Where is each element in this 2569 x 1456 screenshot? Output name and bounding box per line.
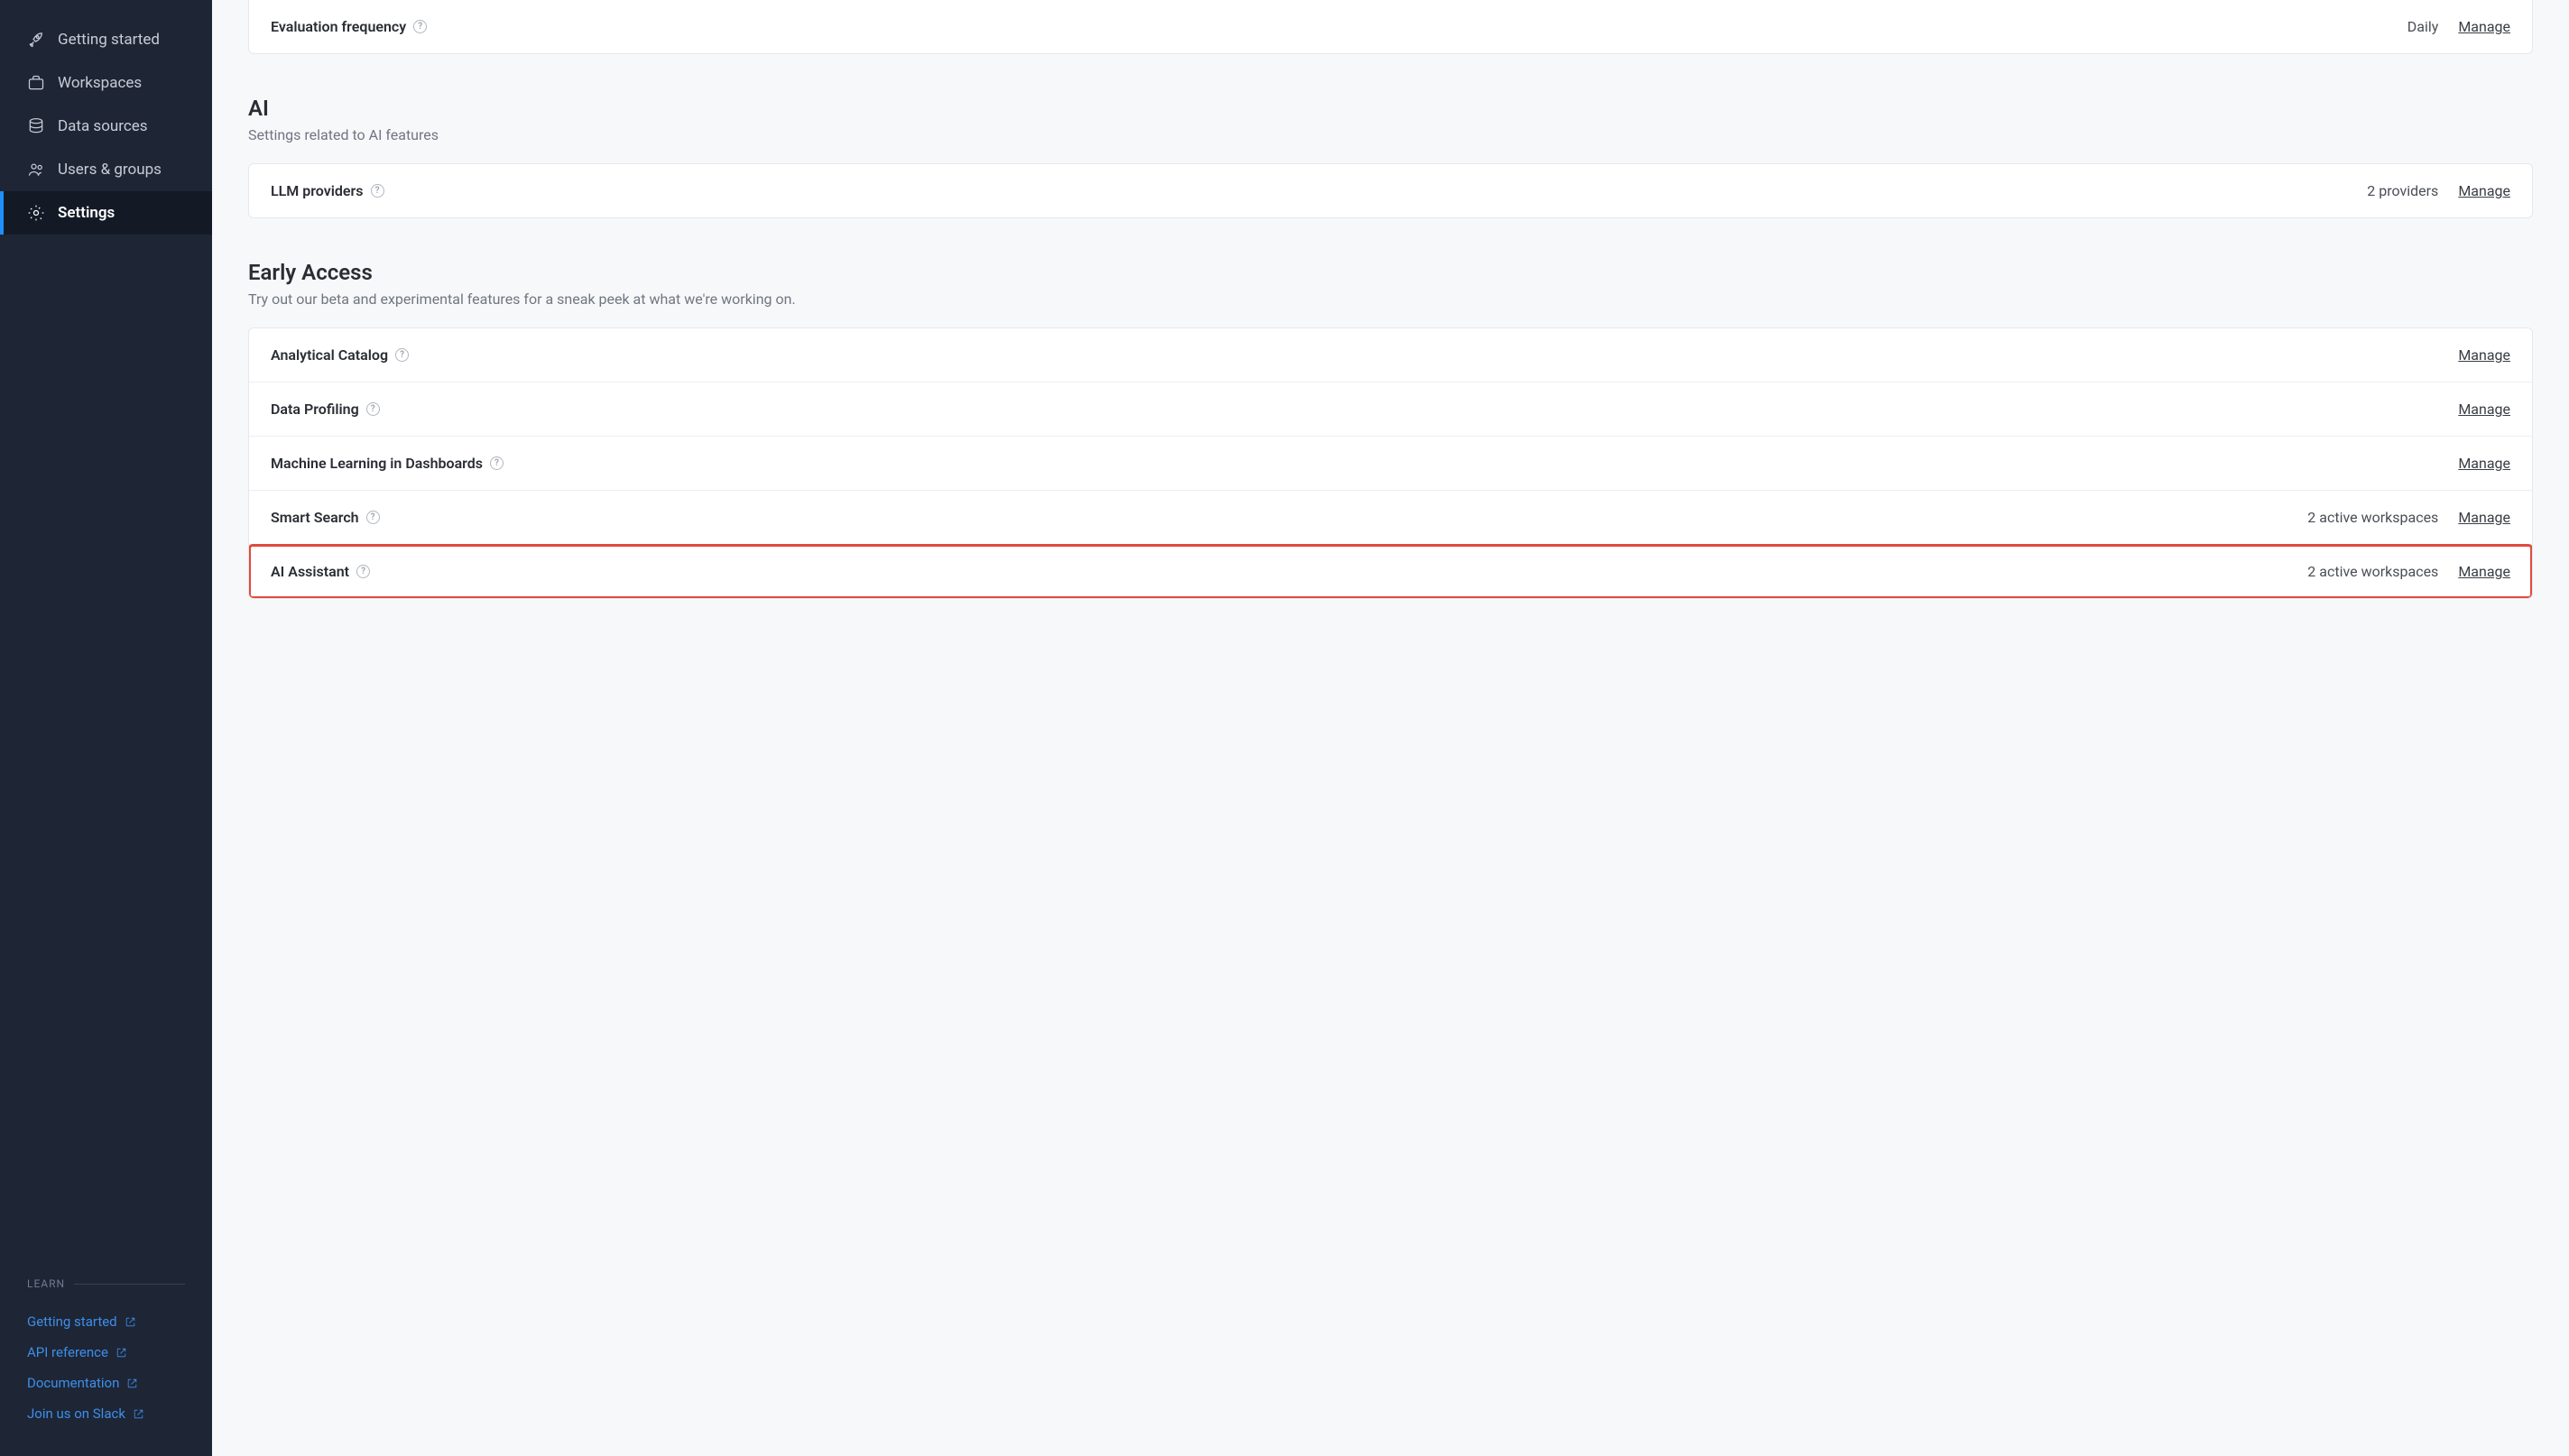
row-label: Machine Learning in Dashboards ?	[271, 455, 504, 472]
gear-icon	[27, 204, 45, 222]
divider	[74, 1284, 185, 1285]
database-icon	[27, 117, 45, 135]
row-label: Smart Search ?	[271, 509, 380, 526]
learn-link-label: Join us on Slack	[27, 1405, 125, 1422]
manage-link[interactable]: Manage	[2458, 182, 2510, 199]
setting-row-eval-frequency: Evaluation frequency ? Daily Manage	[249, 0, 2532, 53]
sidebar: Getting started Workspaces Data sources …	[0, 0, 212, 1456]
manage-link[interactable]: Manage	[2458, 401, 2510, 418]
sidebar-item-settings[interactable]: Settings	[0, 191, 212, 235]
learn-section: LEARN Getting started API reference Docu…	[0, 1277, 212, 1456]
help-icon[interactable]: ?	[356, 565, 370, 578]
row-value: Daily	[2407, 18, 2439, 35]
early-access-card: Analytical Catalog ? Manage Data Profili…	[248, 327, 2533, 599]
manage-link[interactable]: Manage	[2458, 18, 2510, 35]
manage-link[interactable]: Manage	[2458, 455, 2510, 472]
briefcase-icon	[27, 74, 45, 92]
manage-link[interactable]: Manage	[2458, 509, 2510, 526]
setting-row-ml-dashboards: Machine Learning in Dashboards ? Manage	[249, 437, 2532, 491]
setting-row-llm-providers: LLM providers ? 2 providers Manage	[249, 164, 2532, 217]
setting-row-smart-search: Smart Search ? 2 active workspaces Manag…	[249, 491, 2532, 545]
help-icon[interactable]: ?	[413, 20, 427, 33]
help-icon[interactable]: ?	[371, 184, 384, 198]
help-icon[interactable]: ?	[490, 456, 504, 470]
help-icon[interactable]: ?	[366, 402, 380, 416]
main-content: Evaluation frequency ? Daily Manage AI S…	[212, 0, 2569, 1456]
learn-link-documentation[interactable]: Documentation	[27, 1368, 185, 1398]
row-label: Analytical Catalog ?	[271, 346, 409, 364]
sidebar-item-label: Getting started	[58, 31, 160, 49]
sidebar-item-workspaces[interactable]: Workspaces	[0, 61, 212, 105]
row-label-text: Evaluation frequency	[271, 18, 406, 35]
section-title-ai: AI	[248, 96, 2533, 121]
ai-card: LLM providers ? 2 providers Manage	[248, 163, 2533, 218]
row-label: LLM providers ?	[271, 182, 384, 199]
help-icon[interactable]: ?	[366, 511, 380, 524]
row-label-text: AI Assistant	[271, 563, 349, 580]
manage-link[interactable]: Manage	[2458, 346, 2510, 364]
external-link-icon	[133, 1408, 144, 1420]
row-value: 2 providers	[2367, 182, 2438, 199]
external-link-icon	[116, 1347, 127, 1359]
users-icon	[27, 161, 45, 179]
row-label-text: Machine Learning in Dashboards	[271, 455, 483, 472]
setting-row-analytical-catalog: Analytical Catalog ? Manage	[249, 328, 2532, 382]
learn-link-api-reference[interactable]: API reference	[27, 1337, 185, 1368]
row-label-text: Data Profiling	[271, 401, 359, 418]
sidebar-item-users-groups[interactable]: Users & groups	[0, 148, 212, 191]
learn-link-getting-started[interactable]: Getting started	[27, 1306, 185, 1337]
section-subtitle-early-access: Try out our beta and experimental featur…	[248, 290, 2533, 308]
external-link-icon	[126, 1378, 138, 1389]
sidebar-nav: Getting started Workspaces Data sources …	[0, 0, 212, 235]
section-title-early-access: Early Access	[248, 260, 2533, 285]
row-value: 2 active workspaces	[2307, 509, 2438, 526]
learn-header: LEARN	[27, 1277, 185, 1290]
row-label: Evaluation frequency ?	[271, 18, 427, 35]
learn-link-label: Getting started	[27, 1313, 117, 1330]
row-label: Data Profiling ?	[271, 401, 380, 418]
section-subtitle-ai: Settings related to AI features	[248, 126, 2533, 143]
learn-header-label: LEARN	[27, 1277, 65, 1290]
row-label-text: Smart Search	[271, 509, 359, 526]
learn-link-slack[interactable]: Join us on Slack	[27, 1398, 185, 1429]
sidebar-item-label: Workspaces	[58, 74, 142, 92]
setting-row-data-profiling: Data Profiling ? Manage	[249, 382, 2532, 437]
external-link-icon	[125, 1316, 136, 1328]
eval-card: Evaluation frequency ? Daily Manage	[248, 0, 2533, 54]
learn-link-label: Documentation	[27, 1375, 119, 1391]
rocket-icon	[27, 31, 45, 49]
row-label-text: Analytical Catalog	[271, 346, 388, 364]
sidebar-item-label: Users & groups	[58, 161, 162, 179]
manage-link[interactable]: Manage	[2458, 563, 2510, 580]
learn-link-label: API reference	[27, 1344, 108, 1360]
sidebar-item-getting-started[interactable]: Getting started	[0, 18, 212, 61]
row-label-text: LLM providers	[271, 182, 364, 199]
setting-row-ai-assistant: AI Assistant ? 2 active workspaces Manag…	[249, 545, 2532, 598]
sidebar-item-label: Data sources	[58, 117, 148, 135]
row-label: AI Assistant ?	[271, 563, 370, 580]
row-value: 2 active workspaces	[2307, 563, 2438, 580]
sidebar-item-data-sources[interactable]: Data sources	[0, 105, 212, 148]
help-icon[interactable]: ?	[395, 348, 409, 362]
sidebar-item-label: Settings	[58, 204, 115, 222]
